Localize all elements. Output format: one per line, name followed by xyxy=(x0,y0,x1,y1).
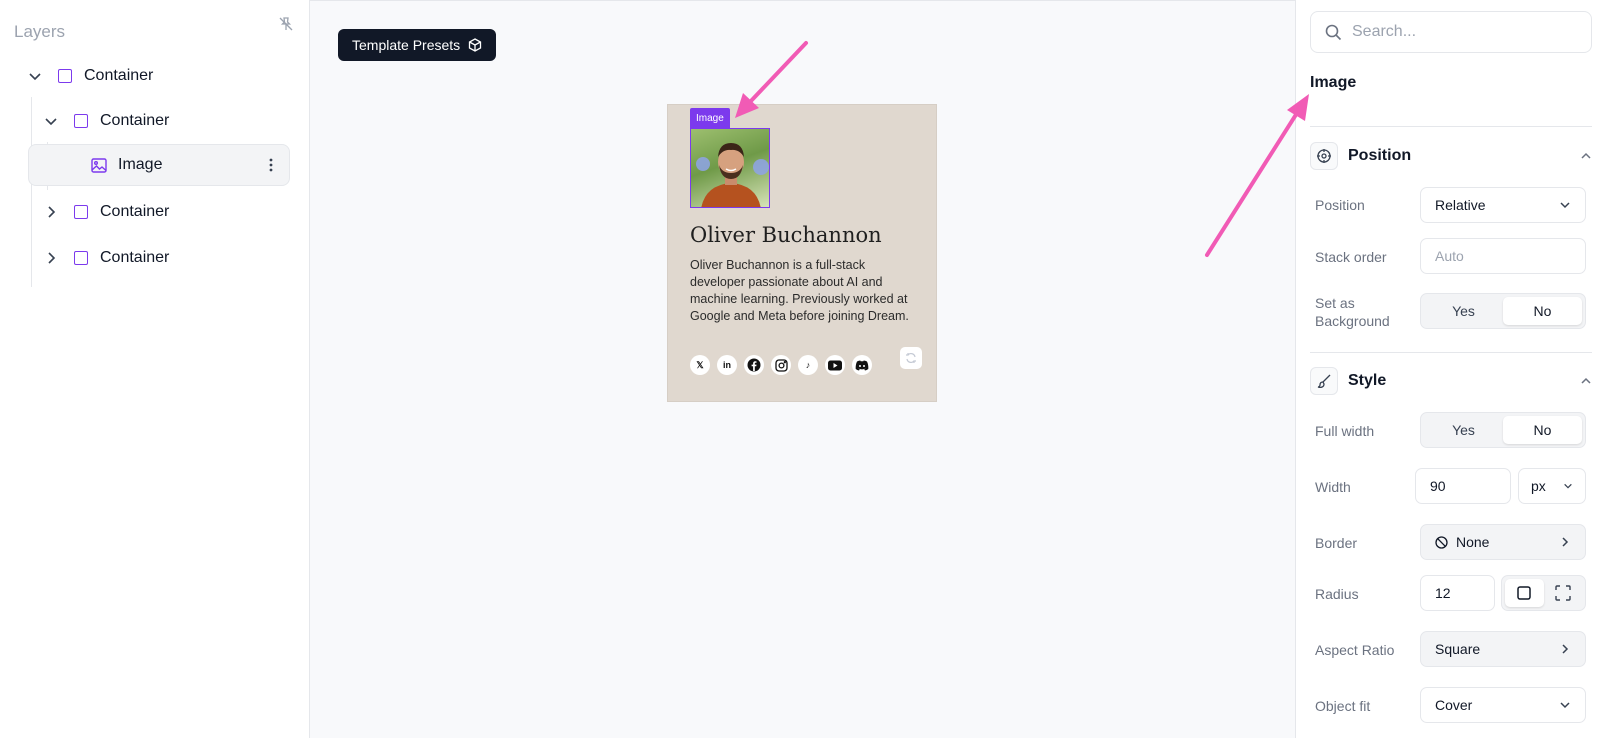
chevron-right-icon[interactable] xyxy=(44,205,58,219)
youtube-icon[interactable] xyxy=(825,355,845,375)
aspect-ratio-value: Square xyxy=(1435,641,1481,657)
x-icon[interactable]: 𝕏 xyxy=(690,355,710,375)
radius-individual-corners-icon[interactable] xyxy=(1544,579,1583,607)
profile-photo[interactable] xyxy=(690,128,770,208)
border-picker[interactable]: None xyxy=(1420,524,1586,560)
image-icon xyxy=(91,157,107,173)
stack-order-label: Stack order xyxy=(1315,249,1387,265)
full-width-toggle[interactable]: Yes No xyxy=(1420,412,1586,448)
profile-name: Oliver Buchannon xyxy=(690,223,882,247)
chevron-down-icon xyxy=(1560,702,1570,709)
pin-off-icon[interactable] xyxy=(278,16,294,32)
chevron-right-icon xyxy=(1562,644,1569,654)
search-placeholder: Search... xyxy=(1352,23,1417,40)
position-label: Position xyxy=(1315,197,1365,213)
radius-all-corners-icon[interactable] xyxy=(1505,579,1544,607)
layer-item-container[interactable]: Container xyxy=(44,191,169,233)
chevron-right-icon xyxy=(1562,537,1569,547)
refresh-icon[interactable] xyxy=(900,347,922,369)
object-fit-select[interactable]: Cover xyxy=(1420,687,1586,723)
position-section-header[interactable]: Position xyxy=(1310,141,1592,171)
layer-item-image[interactable]: Image xyxy=(28,144,290,186)
profile-card[interactable]: Image Oliver Buchannon Oliver Buchannon … xyxy=(667,104,937,402)
set-background-toggle[interactable]: Yes No xyxy=(1420,293,1586,329)
selected-element-title: Image xyxy=(1310,74,1357,91)
chevron-right-icon[interactable] xyxy=(44,251,58,265)
selected-element-tag: Image xyxy=(690,108,730,128)
brush-icon xyxy=(1310,367,1338,395)
layer-item-label: Container xyxy=(100,112,170,129)
chevron-up-icon[interactable] xyxy=(1580,150,1592,162)
stack-order-input[interactable]: Auto xyxy=(1420,238,1586,274)
divider xyxy=(1310,126,1592,127)
width-label: Width xyxy=(1315,479,1351,495)
container-icon xyxy=(74,251,88,265)
stack-order-placeholder: Auto xyxy=(1435,248,1464,264)
style-section-header[interactable]: Style xyxy=(1310,366,1592,396)
instagram-icon[interactable] xyxy=(771,355,791,375)
search-icon xyxy=(1325,24,1342,40)
container-icon xyxy=(74,205,88,219)
chevron-down-icon xyxy=(1560,202,1570,209)
aspect-ratio-picker[interactable]: Square xyxy=(1420,631,1586,667)
border-label: Border xyxy=(1315,535,1358,551)
chevron-down-icon[interactable] xyxy=(28,69,42,83)
set-background-label: Set as Background xyxy=(1315,295,1390,329)
layers-title: Layers xyxy=(14,22,66,41)
crosshair-icon xyxy=(1310,142,1338,170)
position-select[interactable]: Relative xyxy=(1420,187,1586,223)
width-input[interactable]: 90 xyxy=(1415,468,1511,504)
canvas[interactable]: Template Presets Image Oliver Buchannon … xyxy=(310,0,1295,738)
tree-guide-line xyxy=(31,97,32,287)
radius-mode-toggle[interactable] xyxy=(1501,575,1586,611)
set-background-yes[interactable]: Yes xyxy=(1424,297,1503,325)
layer-item-container[interactable]: Container xyxy=(44,237,169,279)
chevron-down-icon[interactable] xyxy=(44,114,58,128)
chevron-up-icon[interactable] xyxy=(1580,375,1592,387)
tiktok-icon[interactable]: ♪ xyxy=(798,355,818,375)
full-width-label: Full width xyxy=(1315,423,1375,439)
search-input[interactable]: Search... xyxy=(1310,11,1592,53)
ban-icon xyxy=(1435,535,1448,549)
full-width-yes[interactable]: Yes xyxy=(1424,416,1503,444)
radius-label: Radius xyxy=(1315,586,1359,602)
social-links: 𝕏 in ♪ xyxy=(690,355,872,375)
template-presets-label: Template Presets xyxy=(352,37,461,53)
layer-item-container[interactable]: Container xyxy=(28,55,153,97)
width-unit-value: px xyxy=(1531,478,1546,494)
width-value: 90 xyxy=(1430,478,1446,494)
cube-icon xyxy=(469,38,482,52)
position-value: Relative xyxy=(1435,197,1486,213)
full-width-no[interactable]: No xyxy=(1503,416,1582,444)
object-fit-label: Object fit xyxy=(1315,698,1371,714)
inspector-panel: Search... Image Position Position Relati… xyxy=(1295,0,1600,738)
layer-item-container[interactable]: Container xyxy=(44,100,169,142)
position-section-title: Position xyxy=(1348,147,1412,164)
border-value: None xyxy=(1456,534,1490,550)
linkedin-icon[interactable]: in xyxy=(717,355,737,375)
layer-item-label: Container xyxy=(100,249,170,266)
chevron-down-icon xyxy=(1564,483,1572,489)
layer-item-label: Container xyxy=(84,67,154,84)
aspect-ratio-label: Aspect Ratio xyxy=(1315,642,1395,658)
radius-value: 12 xyxy=(1435,585,1451,601)
style-section-title: Style xyxy=(1348,372,1387,389)
border-value-group: None xyxy=(1435,534,1489,550)
divider xyxy=(1310,352,1592,353)
profile-bio: Oliver Buchannon is a full-stack develop… xyxy=(690,258,909,323)
radius-input[interactable]: 12 xyxy=(1420,575,1495,611)
set-background-no[interactable]: No xyxy=(1503,297,1582,325)
discord-icon[interactable] xyxy=(852,355,872,375)
container-icon xyxy=(74,114,88,128)
person-illustration xyxy=(696,143,769,207)
object-fit-value: Cover xyxy=(1435,697,1473,713)
layer-item-label: Container xyxy=(100,203,170,220)
container-icon xyxy=(58,69,72,83)
facebook-icon[interactable] xyxy=(744,355,764,375)
width-unit-select[interactable]: px xyxy=(1518,468,1586,504)
more-vertical-icon[interactable] xyxy=(269,158,273,172)
layers-panel: Layers Container Container Image Contain… xyxy=(0,0,310,738)
template-presets-button[interactable]: Template Presets xyxy=(338,29,497,61)
layer-item-label: Image xyxy=(118,156,163,173)
